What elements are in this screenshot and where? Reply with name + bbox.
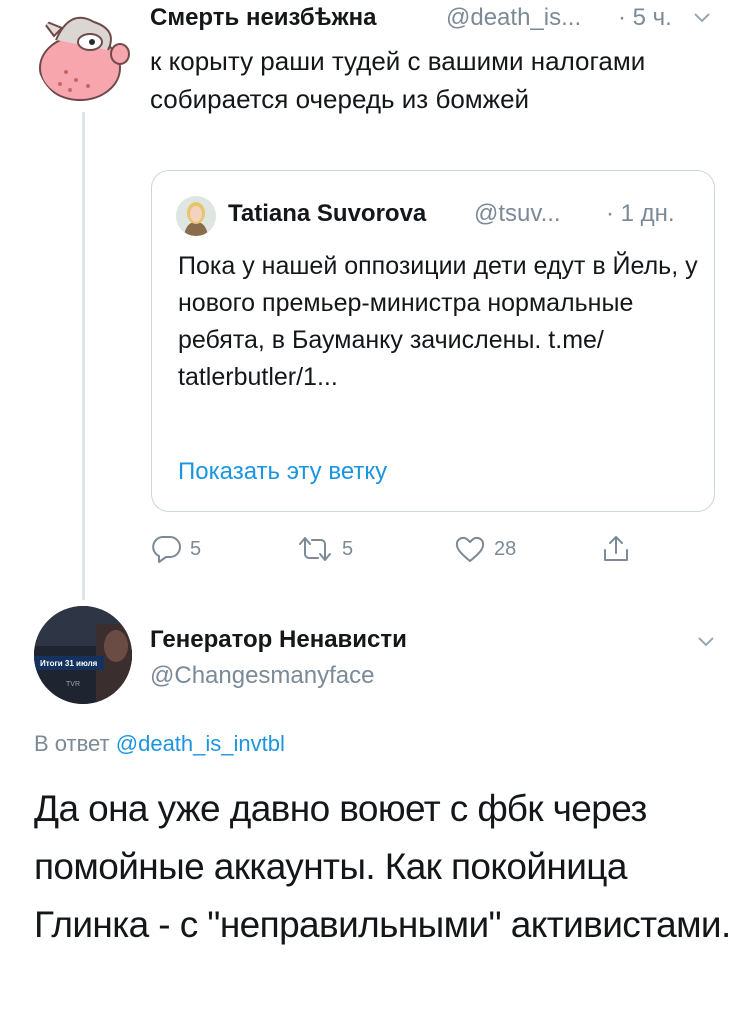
tweet-timestamp[interactable]: · 5 ч.: [618, 4, 672, 32]
retweet-button[interactable]: 5: [296, 532, 353, 566]
avatar-changesmanyface[interactable]: Итоги 31 июля TVR: [34, 606, 132, 704]
avatar-channel-label: TVR: [66, 681, 80, 688]
share-icon: [604, 536, 628, 561]
reply-icon: [152, 536, 181, 563]
thread-connector-line: [82, 112, 85, 600]
like-button[interactable]: 28: [454, 532, 516, 566]
author-name[interactable]: Генератор Ненависти: [150, 626, 407, 654]
replying-to-prefix: В ответ: [34, 731, 110, 756]
replying-to-line: В ответ @death_is_invtbl: [34, 731, 285, 757]
heart-icon: [455, 536, 485, 562]
tweet-text: к корыту раши тудей с вашими налогами со…: [150, 46, 646, 114]
retweet-count: 5: [342, 537, 354, 560]
quoted-tweet-text: Пока у нашей оппозиции дети едут в Йель,…: [178, 252, 698, 391]
chevron-down-icon[interactable]: [692, 8, 712, 28]
replying-to-link[interactable]: @death_is_invtbl: [116, 731, 285, 756]
retweet-icon: [299, 537, 331, 561]
avatar-death-is[interactable]: [36, 6, 130, 104]
tv-screenshot-avatar-icon: Итоги 31 июля TVR: [34, 606, 132, 704]
author-handle[interactable]: @Changesmanyface: [150, 662, 374, 690]
avatar-tatiana[interactable]: [176, 196, 216, 236]
tweet-text: Да она уже давно воюет с фбк через помой…: [34, 788, 731, 945]
quoted-timestamp[interactable]: · 1 дн.: [606, 200, 675, 228]
like-count: 28: [494, 537, 517, 560]
chevron-down-icon[interactable]: [696, 632, 716, 652]
author-name[interactable]: Смерть неизбѣжна: [150, 4, 376, 32]
avatar-caption: Итоги 31 июля: [40, 659, 98, 668]
person-avatar-icon: [176, 196, 216, 236]
reply-count: 5: [190, 537, 202, 560]
author-handle[interactable]: @death_is...: [446, 4, 581, 32]
quoted-author-name[interactable]: Tatiana Suvorova: [228, 200, 426, 228]
cartoon-pig-icon: [39, 16, 130, 101]
show-thread-link[interactable]: Показать эту ветку: [178, 458, 387, 486]
reply-button[interactable]: 5: [150, 532, 201, 566]
quoted-author-handle[interactable]: @tsuv...: [474, 200, 561, 228]
share-button[interactable]: [600, 532, 632, 566]
